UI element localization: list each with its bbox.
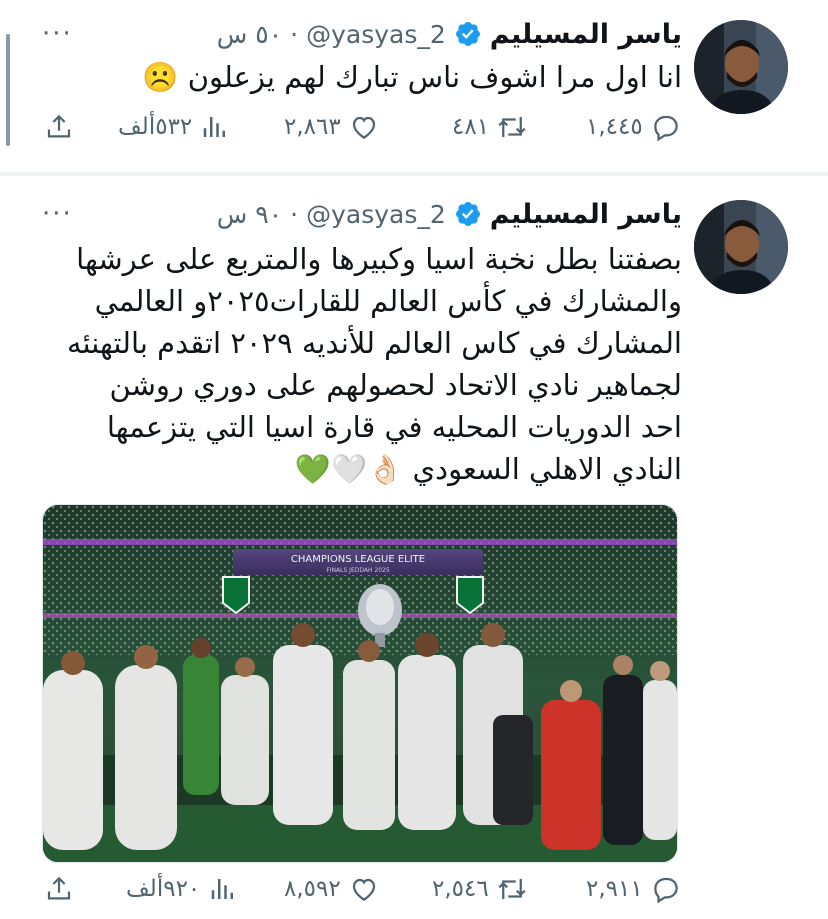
- share-button[interactable]: [44, 874, 74, 904]
- repost-count: ٢,٥٤٦: [432, 876, 489, 902]
- share-button[interactable]: [44, 112, 74, 142]
- timestamp[interactable]: ٩٠ س: [217, 200, 282, 229]
- repost-icon: [498, 879, 526, 899]
- repost-button[interactable]: ٤٨١: [452, 112, 527, 142]
- tweet-text-line: المشارك في كاس العالم للأنديه ٢٠٢٩ اتقدم…: [67, 326, 682, 360]
- avatar[interactable]: [694, 200, 788, 294]
- separator-dot: ·: [290, 199, 299, 229]
- reply-icon: [653, 115, 678, 142]
- author-handle[interactable]: @yasyas_2: [306, 20, 446, 49]
- views-icon: [204, 117, 226, 137]
- repost-count: ٤٨١: [452, 114, 490, 140]
- action-bar: ١,٤٤٥ ٤٨١ ٢,٨٦٣ ٥٣٢ألف: [0, 112, 828, 152]
- author-handle[interactable]: @yasyas_2: [306, 200, 446, 229]
- like-icon: [352, 116, 375, 139]
- repost-icon: [498, 117, 526, 137]
- avatar-image: [694, 200, 788, 294]
- author-name[interactable]: ياسر المسيليم: [490, 199, 682, 230]
- reply-button[interactable]: ٢,٩١١: [586, 874, 681, 904]
- verified-badge-icon: [454, 20, 482, 48]
- author-name[interactable]: ياسر المسيليم: [490, 19, 682, 50]
- tweet-text-line: والمشارك في كأس العالم للقارات٢٠٢٥و العا…: [94, 284, 682, 318]
- tweet-text: انا اول مرا اشوف ناس تبارك لهم يزعلون ☹️: [142, 56, 682, 98]
- reply-count: ١,٤٤٥: [586, 114, 643, 140]
- timestamp[interactable]: ٥٠ س: [217, 20, 282, 49]
- tweet-text-line: النادي الاهلي السعودي 👌🏻🤍💚: [294, 452, 682, 486]
- like-button[interactable]: ٨,٥٩٢: [284, 874, 379, 904]
- views-count: ٩٢٠ألف: [126, 876, 201, 902]
- tweet-header: ياسر المسيليم @yasyas_2 · ٥٠ س: [217, 14, 682, 54]
- reply-count: ٢,٩١١: [586, 876, 643, 902]
- share-icon: [47, 114, 71, 138]
- reply-icon: [653, 877, 678, 904]
- tweet-text-line: انا اول مرا اشوف ناس تبارك لهم يزعلون ☹️: [142, 60, 682, 94]
- more-icon[interactable]: ···: [42, 21, 73, 47]
- celebration-photo: CHAMPIONS LEAGUE ELITE FINALS JEDDAH 202…: [43, 505, 677, 862]
- views-count: ٥٣٢ألف: [118, 114, 193, 140]
- verified-badge-icon: [454, 200, 482, 228]
- like-button[interactable]: ٢,٨٦٣: [284, 112, 379, 142]
- like-count: ٢,٨٦٣: [284, 114, 341, 140]
- tweet-text-line: بصفتنا بطل نخبة اسيا وكبيرها والمتربع عل…: [76, 242, 682, 276]
- avatar-image: [694, 20, 788, 114]
- more-icon[interactable]: ···: [42, 201, 73, 227]
- action-bar: ٢,٩١١ ٢,٥٤٦ ٨,٥٩٢ ٩٢٠ألف: [0, 874, 828, 914]
- tweet-2[interactable]: ياسر المسيليم @yasyas_2 · ٩٠ س ··· بصفتن…: [0, 176, 828, 919]
- reply-button[interactable]: ١,٤٤٥: [586, 112, 681, 142]
- share-icon: [47, 876, 71, 900]
- tweet-photo[interactable]: CHAMPIONS LEAGUE ELITE FINALS JEDDAH 202…: [42, 504, 678, 863]
- avatar[interactable]: [694, 20, 788, 114]
- tweet-1[interactable]: ياسر المسيليم @yasyas_2 · ٥٠ س ··· انا ا…: [0, 0, 828, 172]
- tweet-text-line: لجماهير نادي الاتحاد لحصولهم على دوري رو…: [109, 368, 682, 402]
- repost-button[interactable]: ٢,٥٤٦: [432, 874, 527, 904]
- like-count: ٨,٥٩٢: [284, 876, 341, 902]
- separator-dot: ·: [290, 19, 299, 49]
- tweet-text-line: احد الدوريات المحليه في قارة اسيا التي ي…: [106, 410, 682, 444]
- tweet-text: بصفتنا بطل نخبة اسيا وكبيرها والمتربع عل…: [67, 238, 682, 490]
- views-icon: [212, 879, 234, 899]
- tweet-header: ياسر المسيليم @yasyas_2 · ٩٠ س: [217, 194, 682, 234]
- views-button[interactable]: ٩٢٠ألف: [126, 874, 238, 904]
- like-icon: [352, 878, 375, 901]
- views-button[interactable]: ٥٣٢ألف: [118, 112, 230, 142]
